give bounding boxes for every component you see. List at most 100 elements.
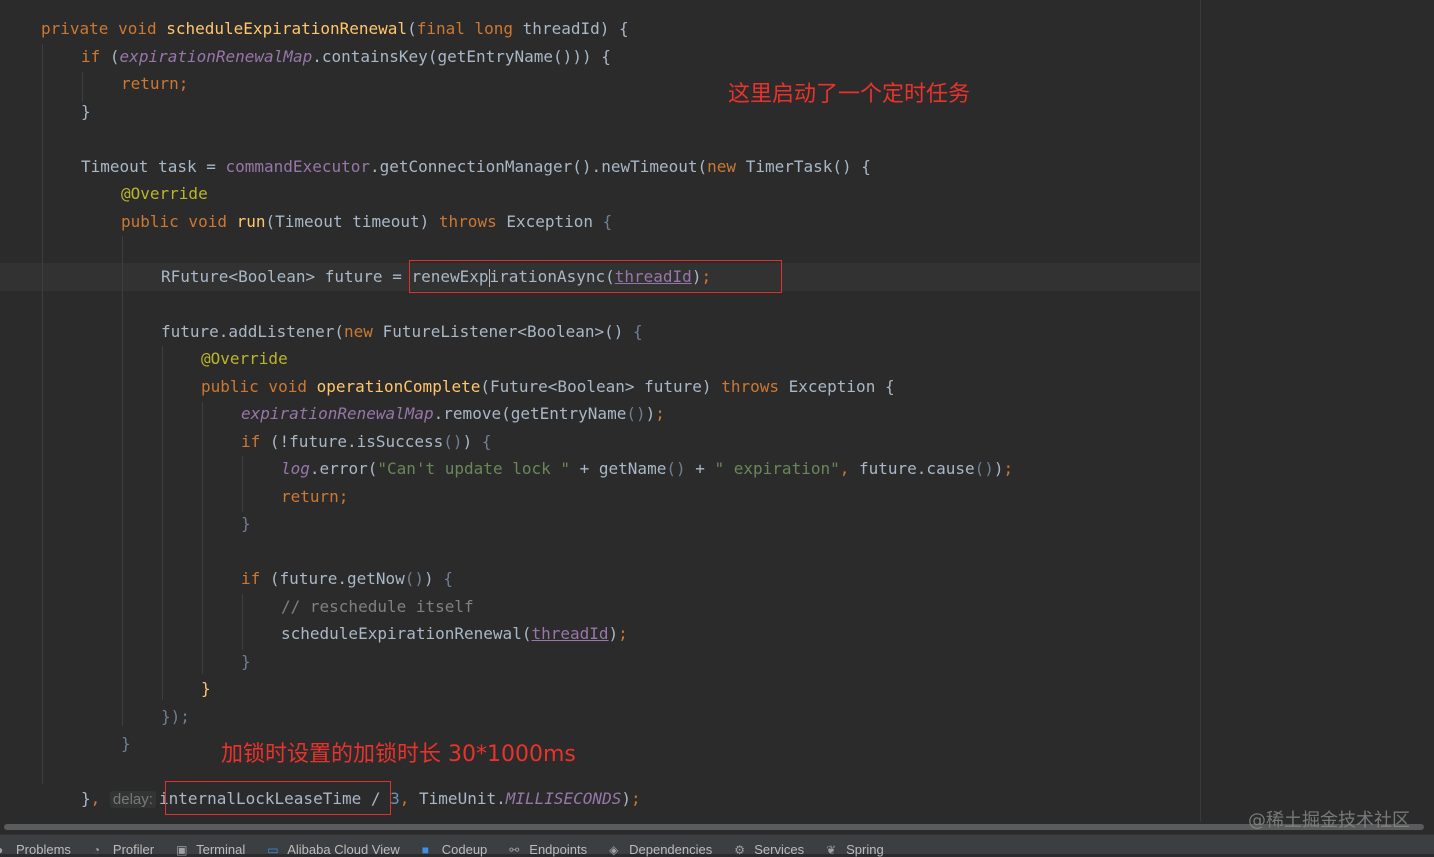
code-line[interactable]: Timeout task = commandExecutor.getConnec… xyxy=(81,157,871,177)
code-token: ; xyxy=(655,404,665,423)
code-line[interactable]: } xyxy=(241,652,251,672)
code-token: scheduleExpirationRenewal xyxy=(281,624,522,643)
code-token: ( xyxy=(480,377,490,396)
code-token: threadId xyxy=(522,19,600,38)
horizontal-scrollbar-thumb[interactable] xyxy=(4,824,1424,830)
highlight-box-lease-time xyxy=(165,781,391,815)
code-token: ())) { xyxy=(553,47,611,66)
code-token: " expiration" xyxy=(714,459,840,478)
code-line[interactable]: return; xyxy=(281,487,348,507)
code-token: ( xyxy=(367,459,378,478)
code-token: ) xyxy=(645,404,656,423)
tool-window-bar: ● Problems ◔ Profiler ▣ Terminal ▭ Alibaba Clou… xyxy=(0,834,1434,857)
code-token: throws xyxy=(721,377,789,396)
code-token: run xyxy=(236,212,266,231)
code-token: MILLISECONDS xyxy=(505,789,622,808)
indent-guide xyxy=(122,236,123,726)
code-token: () xyxy=(443,432,463,451)
code-token: ( xyxy=(265,212,276,231)
alibaba-cloud-icon: ▭ xyxy=(267,842,279,857)
code-token: private void xyxy=(41,19,167,38)
code-line[interactable]: // reschedule itself xyxy=(281,597,474,617)
tool-window-label: Spring xyxy=(846,842,884,857)
code-token: log xyxy=(281,459,310,478)
code-token: @Override xyxy=(201,349,288,368)
code-line[interactable]: if (future.getNow()) { xyxy=(241,569,453,589)
indent-guide xyxy=(242,456,243,512)
code-token: } xyxy=(81,102,91,121)
problems-icon: ● xyxy=(0,843,10,857)
code-token: Timeout task = xyxy=(81,157,226,176)
services-icon: ⚙ xyxy=(734,842,745,857)
tool-window-label: Endpoints xyxy=(529,842,588,857)
watermark: @稀土掘金技术社区 xyxy=(1248,810,1410,831)
code-token: ) xyxy=(993,459,1004,478)
code-token: getEntryName xyxy=(510,404,627,423)
code-token: "Can't update lock " xyxy=(377,459,570,478)
code-token: commandExecutor xyxy=(225,157,371,176)
code-line[interactable]: expirationRenewalMap.remove(getEntryName… xyxy=(241,404,665,424)
code-token: ) xyxy=(621,789,631,808)
code-line[interactable]: } xyxy=(121,734,131,754)
code-line[interactable]: scheduleExpirationRenewal(threadId); xyxy=(281,624,628,644)
code-token: } xyxy=(81,789,91,808)
code-line[interactable]: if (!future.isSuccess()) { xyxy=(241,432,491,452)
code-token: , xyxy=(839,459,859,478)
code-token: ) xyxy=(608,624,619,643)
code-line[interactable]: log.error("Can't update lock " + getName… xyxy=(281,459,1013,479)
code-token: if xyxy=(81,47,110,66)
code-token: new xyxy=(707,157,746,176)
tool-window-label: Services xyxy=(754,842,805,857)
tool-window-label: Problems xyxy=(16,842,71,857)
code-line[interactable]: private void scheduleExpirationRenewal(f… xyxy=(41,19,629,39)
code-line[interactable]: @Override xyxy=(121,184,208,204)
code-token: // reschedule itself xyxy=(281,597,474,616)
code-token: future.getNow xyxy=(279,569,405,588)
code-token: { xyxy=(633,322,643,341)
right-margin-guide xyxy=(1200,0,1201,822)
code-line[interactable]: }); xyxy=(161,707,190,727)
code-token: containsKey xyxy=(321,47,428,66)
code-editor[interactable]: private void scheduleExpirationRenewal ( f… xyxy=(0,0,1434,822)
code-token: Timeout timeout xyxy=(275,212,420,231)
code-token: expirationRenewalMap xyxy=(241,404,434,423)
code-line[interactable]: } xyxy=(241,514,251,534)
indent-guide xyxy=(82,72,83,102)
code-token: + getName xyxy=(570,459,667,478)
code-token: return; xyxy=(281,487,349,506)
indent-guide xyxy=(202,402,203,674)
highlight-box-renew-call xyxy=(409,260,782,293)
code-token: FutureListener<Boolean>() xyxy=(382,322,634,341)
indent-guide xyxy=(242,594,243,650)
profiler-icon: ◔ xyxy=(92,842,101,857)
code-token: public void xyxy=(201,377,317,396)
code-token: @Override xyxy=(121,184,208,203)
code-token: expirationRenewalMap xyxy=(119,47,313,66)
code-token: .remove xyxy=(433,404,502,423)
code-line[interactable]: public void operationComplete(Future<Boo… xyxy=(201,377,895,397)
code-token: .error xyxy=(309,459,368,478)
code-token: future.cause xyxy=(859,459,975,478)
code-token: new xyxy=(344,322,383,341)
code-line[interactable]: } xyxy=(201,679,211,699)
terminal-icon: ▣ xyxy=(176,842,188,857)
code-line[interactable]: @Override xyxy=(201,349,288,369)
code-token: scheduleExpirationRenewal xyxy=(166,19,408,38)
code-token: return; xyxy=(121,74,189,93)
code-token: }); xyxy=(161,707,190,726)
code-token: () xyxy=(974,459,994,478)
code-line[interactable]: } xyxy=(81,102,91,122)
code-token: ) xyxy=(701,377,722,396)
code-token: future.addListener xyxy=(161,322,335,341)
code-token: ( xyxy=(501,404,511,423)
code-token: + xyxy=(685,459,715,478)
indent-guide xyxy=(42,44,43,784)
code-line[interactable]: return; xyxy=(121,74,188,94)
tool-window-label: Terminal xyxy=(196,842,246,857)
code-token: ) { xyxy=(599,19,629,38)
code-line[interactable]: public void run(Timeout timeout) throws … xyxy=(121,212,612,232)
code-token: { xyxy=(481,432,492,451)
code-line[interactable]: future.addListener(new FutureListener<Bo… xyxy=(161,322,643,342)
code-line[interactable]: if (expirationRenewalMap.containsKey(get… xyxy=(81,47,611,67)
code-token: ) xyxy=(419,212,439,231)
